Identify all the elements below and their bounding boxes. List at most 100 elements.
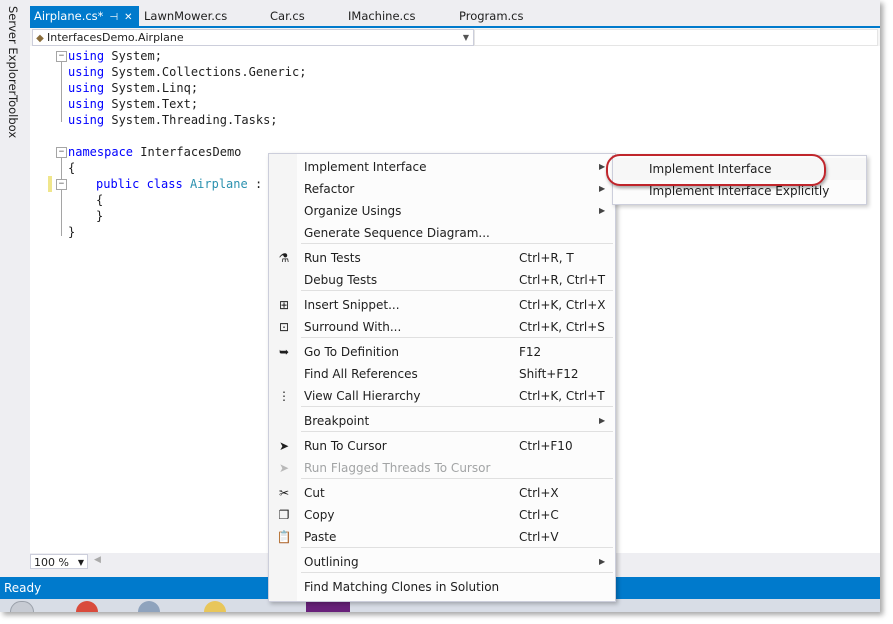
collapse-namespace-icon[interactable]: −: [56, 147, 67, 158]
menu-item-label: Go To Definition: [304, 345, 400, 359]
cursor-icon: ➤: [278, 439, 290, 453]
start-button[interactable]: [10, 601, 34, 612]
menu-item-label: Outlining: [304, 555, 359, 569]
cursor-icon: ➤: [278, 461, 290, 475]
context-menu: Implement Interface ▶ Refactor ▶ Organize Us…: [268, 153, 616, 602]
menu-item-shortcut: Ctrl+C: [519, 508, 559, 522]
change-marker: [48, 176, 52, 192]
menu-item-label: Surround With...: [304, 320, 402, 334]
class-icon: ◆: [36, 33, 44, 44]
menu-item-label: Generate Sequence Diagram...: [304, 226, 490, 240]
menu-item-run-tests[interactable]: ⚗ Run Tests Ctrl+R, T: [269, 247, 615, 269]
menu-item-label: Find Matching Clones in Solution: [304, 580, 500, 594]
flask-icon: ⚗: [278, 251, 290, 265]
code-line-inner-close: }: [96, 209, 104, 223]
menu-item-shortcut: Ctrl+K, Ctrl+T: [519, 389, 605, 403]
menu-item-find-matching-clones-in-solution[interactable]: Find Matching Clones in Solution: [269, 576, 615, 598]
menu-item-refactor[interactable]: Refactor ▶: [269, 178, 615, 200]
type-selector[interactable]: ◆ InterfacesDemo.Airplane ▼: [32, 29, 474, 46]
menu-item-label: Refactor: [304, 182, 355, 196]
menu-item-label: Run To Cursor: [304, 439, 387, 453]
menu-item-shortcut: Ctrl+R, Ctrl+T: [519, 273, 606, 287]
menu-item-generate-sequence-diagram[interactable]: Generate Sequence Diagram...: [269, 222, 615, 244]
navigation-bar: ◆ InterfacesDemo.Airplane ▼: [30, 28, 880, 47]
taskbar-app-icon[interactable]: [138, 601, 160, 612]
menu-item-copy[interactable]: ❐ Copy Ctrl+C: [269, 504, 615, 526]
scroll-left-icon[interactable]: ◀: [94, 555, 101, 565]
menu-item-label: Implement Interface: [304, 160, 427, 174]
zoom-selector[interactable]: 100 % ▼: [30, 554, 88, 569]
menu-item-paste[interactable]: 📋 Paste Ctrl+V: [269, 526, 615, 548]
document-tab-strip: Airplane.cs* ⊣ ✕ LawnMower.cs Car.cs IMach…: [30, 6, 880, 26]
menu-item-go-to-definition[interactable]: ➥ Go To Definition F12: [269, 341, 615, 363]
menu-item-label: Cut: [304, 486, 325, 500]
menu-item-label: Debug Tests: [304, 273, 378, 287]
code-line-1: using System;: [68, 49, 162, 63]
menu-item-shortcut: Ctrl+V: [519, 530, 559, 544]
toolbox-tab[interactable]: Toolbox: [6, 95, 20, 138]
outline-guide: [61, 62, 62, 122]
menu-item-shortcut: Ctrl+X: [519, 486, 559, 500]
go-to-definition-icon: ➥: [278, 345, 290, 359]
menu-item-implement-interface[interactable]: Implement Interface ▶: [269, 156, 615, 178]
menu-item-label: Insert Snippet...: [304, 298, 400, 312]
code-line-class: public class Airplane :: [96, 177, 263, 191]
tab-imachine[interactable]: IMachine.cs: [348, 6, 416, 26]
pin-icon[interactable]: ⊣: [109, 12, 118, 23]
code-line-close: }: [68, 225, 76, 239]
tab-program[interactable]: Program.cs: [459, 6, 524, 26]
menu-item-organize-usings[interactable]: Organize Usings ▶: [269, 200, 615, 222]
menu-item-shortcut: Ctrl+K, Ctrl+S: [519, 320, 605, 334]
menu-item-label: Breakpoint: [304, 414, 370, 428]
taskbar-visual-studio-icon[interactable]: [306, 601, 350, 612]
outline-guide: [61, 158, 62, 236]
scissors-icon: ✂: [278, 486, 290, 500]
code-line-4: using System.Text;: [68, 97, 199, 111]
taskbar-app-icon[interactable]: [204, 601, 226, 612]
menu-item-cut[interactable]: ✂ Cut Ctrl+X: [269, 482, 615, 504]
collapse-usings-icon[interactable]: −: [56, 51, 67, 62]
chevron-right-icon: ▶: [599, 206, 606, 215]
chevron-down-icon: ▼: [462, 33, 469, 42]
menu-item-debug-tests[interactable]: Debug Tests Ctrl+R, Ctrl+T: [269, 269, 615, 291]
close-icon[interactable]: ✕: [124, 12, 132, 23]
menu-item-run-to-cursor[interactable]: ➤ Run To Cursor Ctrl+F10: [269, 435, 615, 457]
menu-item-label: Run Tests: [304, 251, 361, 265]
chevron-down-icon: ▼: [77, 558, 84, 567]
menu-item-shortcut: F12: [519, 345, 542, 359]
chevron-right-icon: ▶: [599, 162, 606, 171]
editor-margin: [30, 46, 54, 553]
menu-item-shortcut: Ctrl+R, T: [519, 251, 574, 265]
menu-item-label: Run Flagged Threads To Cursor: [304, 461, 491, 475]
code-line-5: using System.Threading.Tasks;: [68, 113, 278, 127]
menu-item-insert-snippet[interactable]: ⊞ Insert Snippet... Ctrl+K, Ctrl+X: [269, 294, 615, 316]
tab-car[interactable]: Car.cs: [270, 6, 305, 26]
menu-item-breakpoint[interactable]: Breakpoint ▶: [269, 410, 615, 432]
tab-lawnmower[interactable]: LawnMower.cs: [144, 6, 227, 26]
tab-airplane[interactable]: Airplane.cs* ⊣ ✕: [30, 6, 139, 26]
server-explorer-tab[interactable]: Server Explorer: [6, 6, 20, 95]
member-selector[interactable]: [474, 29, 878, 46]
menu-item-label: View Call Hierarchy: [304, 389, 421, 403]
paste-icon: 📋: [276, 530, 292, 544]
code-line-brace: {: [68, 161, 76, 175]
call-hierarchy-icon: ⋮: [278, 389, 290, 403]
menu-item-shortcut: Shift+F12: [519, 367, 579, 381]
status-text: Ready: [4, 581, 42, 595]
tab-label: Airplane.cs*: [34, 9, 104, 23]
taskbar-app-icon[interactable]: [76, 601, 98, 612]
menu-item-label: Find All References: [304, 367, 418, 381]
menu-item-view-call-hierarchy[interactable]: ⋮ View Call Hierarchy Ctrl+K, Ctrl+T: [269, 385, 615, 407]
menu-item-label: Copy: [304, 508, 335, 522]
surround-icon: ⊡: [278, 320, 290, 334]
menu-item-surround-with[interactable]: ⊡ Surround With... Ctrl+K, Ctrl+S: [269, 316, 615, 338]
code-line-2: using System.Collections.Generic;: [68, 65, 307, 79]
menu-item-find-all-references[interactable]: Find All References Shift+F12: [269, 363, 615, 385]
code-line-inner-open: {: [96, 193, 104, 207]
highlight-callout: [606, 154, 826, 186]
menu-item-shortcut: Ctrl+F10: [519, 439, 573, 453]
menu-item-outlining[interactable]: Outlining ▶: [269, 551, 615, 573]
chevron-right-icon: ▶: [599, 184, 606, 193]
collapse-class-icon[interactable]: −: [56, 179, 67, 190]
menu-item-run-flagged-threads-to-cursor: ➤ Run Flagged Threads To Cursor: [269, 457, 615, 479]
